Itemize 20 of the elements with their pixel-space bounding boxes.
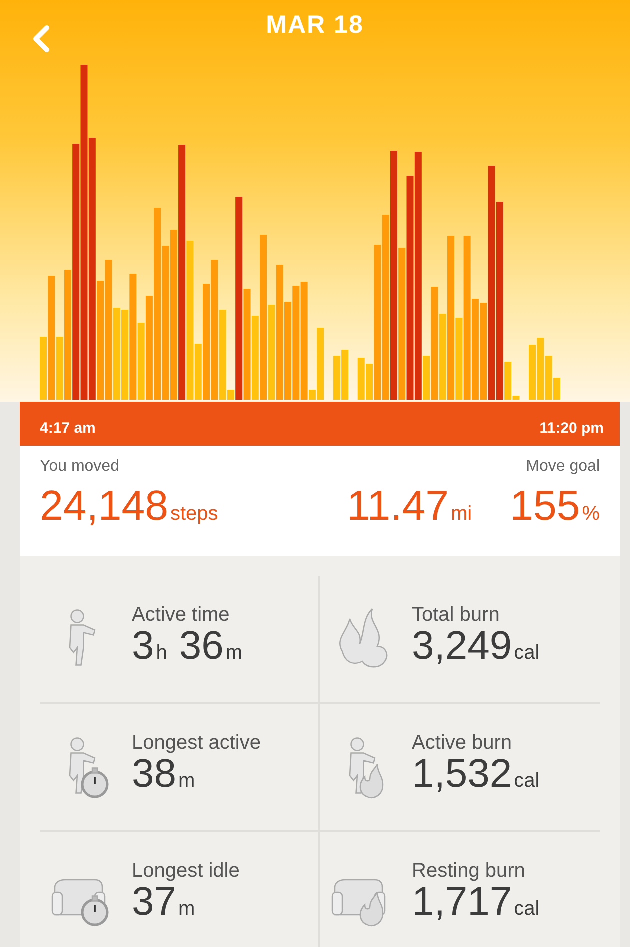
moved-label: You moved (40, 458, 120, 476)
stat-label: Resting burn (412, 860, 526, 882)
stat-value: 1,717 cal (412, 882, 540, 926)
distance-value: 11.47 mi (347, 482, 472, 530)
goal-value: 155% (510, 482, 600, 530)
stat-value: 37 m (132, 882, 196, 926)
steps-value: 24,148steps (40, 482, 218, 530)
stat-label: Total burn (412, 604, 501, 626)
stat-label: Longest active (132, 732, 261, 754)
stat-label: Longest idle (132, 860, 240, 882)
end-time: 11:20 pm (540, 420, 604, 436)
stat-value: 3,249 cal (412, 626, 540, 670)
stat-label: Active time (132, 604, 231, 626)
stat-value: 3 h 36 m (132, 626, 243, 670)
goal-label: Move goal (526, 458, 600, 476)
start-time: 4:17 am (40, 420, 96, 436)
stat-value: 1,532 cal (412, 754, 540, 798)
stat-label: Active burn (412, 732, 514, 754)
screen-title: MAR 18 (266, 10, 364, 40)
stat-value: 38 m (132, 754, 196, 798)
